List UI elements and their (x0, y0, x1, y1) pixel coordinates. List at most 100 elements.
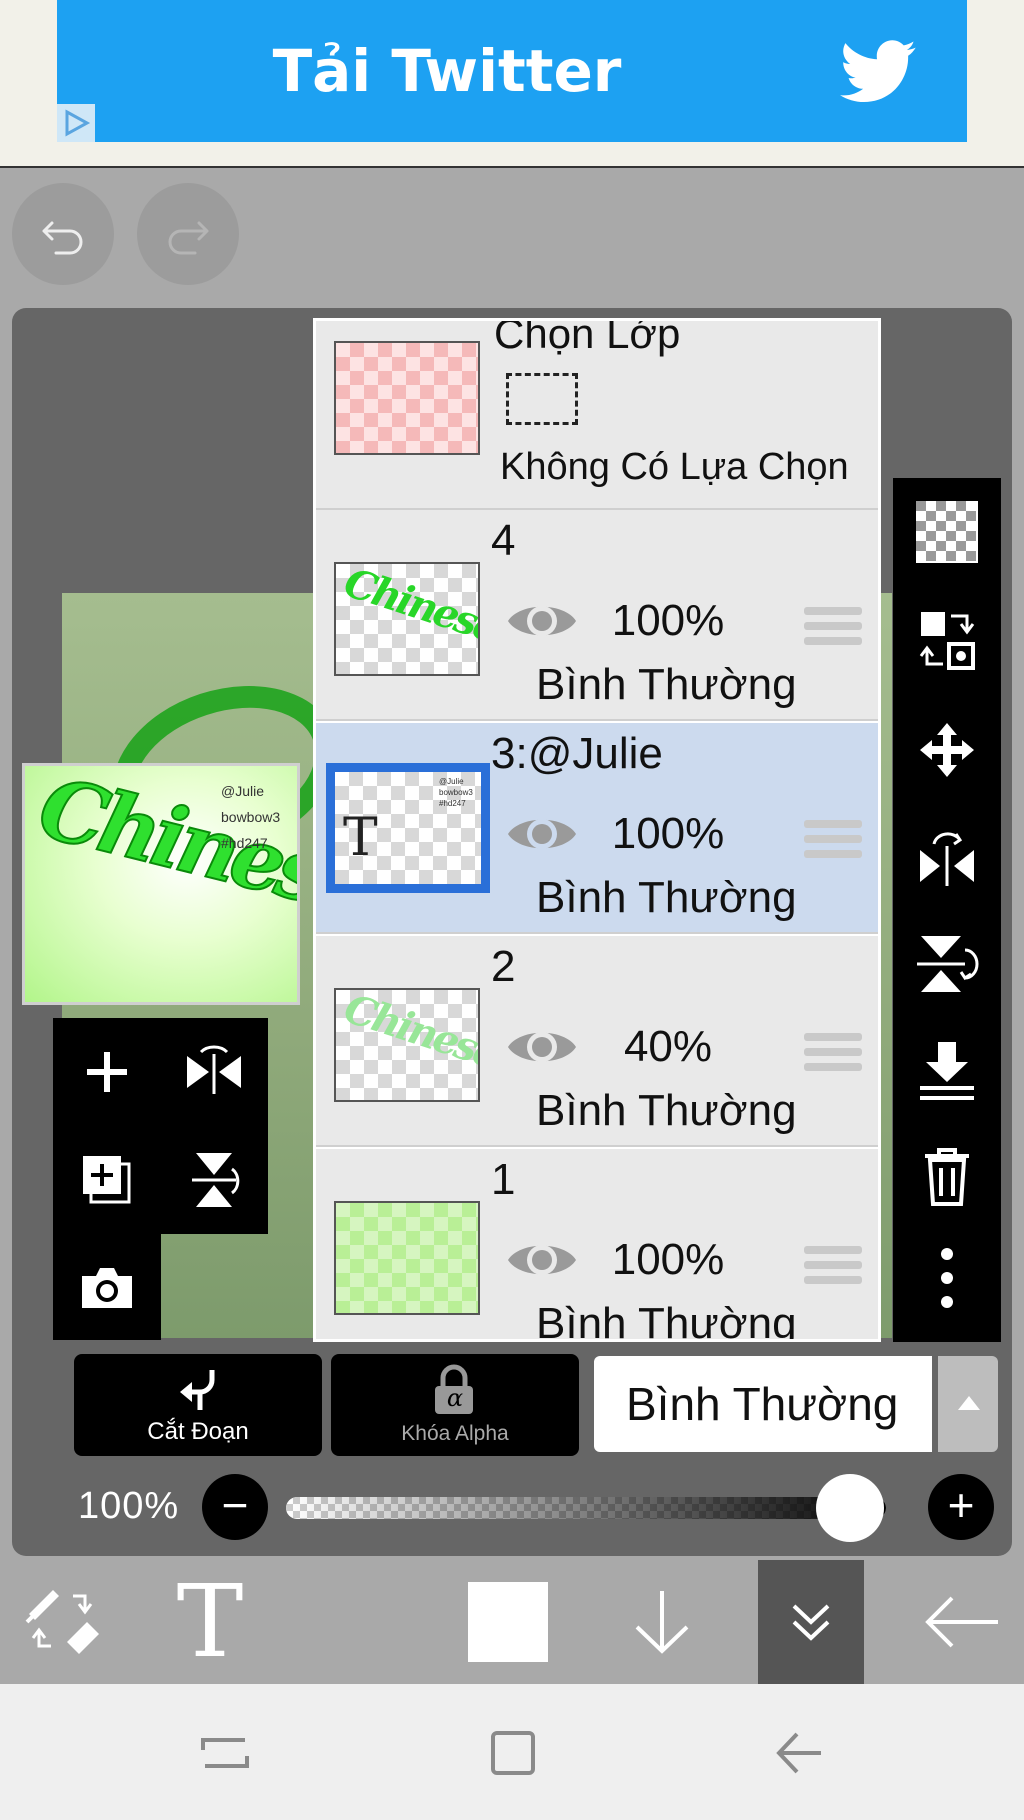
merge-down-button[interactable] (893, 1020, 1001, 1120)
back-button[interactable] (912, 1560, 1012, 1684)
ad-title: Tải Twitter (272, 37, 622, 105)
layer-name: 3:@Julie (491, 729, 663, 778)
duplicate-layer-button[interactable] (53, 1126, 161, 1234)
layer-thumbnail: T @Julie bowbow3 #hd247 (326, 763, 490, 893)
more-vertical-icon (941, 1248, 953, 1308)
layer-opacity-value: 100% (78, 1485, 180, 1527)
bottom-toolbar: T (0, 1560, 1024, 1684)
layer-name: 1 (491, 1155, 516, 1204)
clip-arrow-icon (180, 1370, 215, 1410)
move-button[interactable] (893, 700, 1001, 800)
home-button[interactable] (478, 1718, 548, 1788)
redo-arrow-icon (168, 221, 209, 255)
text-layer-icon: T (343, 808, 378, 868)
layer-row[interactable]: Chinese 4 100% Bình Thường (316, 510, 878, 721)
layer-thumbnail: Chinese (334, 988, 480, 1102)
delete-layer-button[interactable] (893, 1126, 1001, 1226)
system-back-button[interactable] (764, 1718, 834, 1788)
opacity-slider-knob[interactable] (816, 1474, 884, 1542)
clipping-label: Cắt Đoạn (147, 1418, 249, 1445)
alpha-lock-button[interactable]: α Khóa Alpha (331, 1354, 579, 1456)
preview-tag: #hd247 (221, 835, 268, 851)
ad-choices-icon[interactable] (57, 104, 95, 142)
more-options-button[interactable] (893, 1228, 1001, 1328)
undo-button[interactable] (12, 183, 114, 285)
text-tool-icon: T (176, 1563, 244, 1680)
redo-button[interactable] (137, 183, 239, 285)
layer-row[interactable]: 1 100% Bình Thường (316, 1149, 878, 1339)
eye-icon[interactable] (504, 596, 580, 646)
canvas-preview[interactable]: Chinese @Julie bowbow3 #hd247 (22, 763, 300, 1005)
home-square-icon (491, 1731, 535, 1775)
flip-horizontal-button[interactable] (160, 1018, 268, 1126)
twitter-ad-banner[interactable]: Tải Twitter (57, 0, 967, 142)
flip-vertical-icon (917, 936, 979, 992)
arrow-down-icon (635, 1591, 689, 1654)
preview-tag: bowbow3 (221, 809, 281, 825)
selection-layer-title: Chọn Lớp (494, 318, 681, 357)
apply-down-button[interactable] (612, 1560, 712, 1684)
merge-down-icon (920, 1042, 974, 1100)
recent-apps-button[interactable] (190, 1718, 260, 1788)
layer-row[interactable]: Chinese 2 40% Bình Thường (316, 936, 878, 1147)
preview-tags: @Julie bowbow3 #hd247 (221, 778, 280, 856)
alpha-lock-label: Khóa Alpha (401, 1422, 509, 1445)
opacity-increase-button[interactable]: + (928, 1474, 994, 1540)
alpha-symbol: α (446, 1384, 464, 1412)
flip-vertical-button[interactable] (160, 1126, 268, 1234)
blend-mode-expand-button[interactable] (938, 1356, 998, 1452)
opacity-decrease-button[interactable]: − (202, 1474, 268, 1540)
layer-opacity: 100% (611, 1235, 725, 1284)
arrow-left-icon (925, 1596, 998, 1648)
selection-layer-row[interactable]: Chọn Lớp Không Có Lựa Chọn (316, 318, 878, 510)
layer-blend-mode: Bình Thường (536, 873, 797, 922)
flip-vertical-icon (192, 1153, 240, 1207)
blend-mode-select[interactable]: Bình Thường (594, 1356, 932, 1452)
opacity-slider-track[interactable] (286, 1497, 886, 1519)
eye-icon[interactable] (504, 1235, 580, 1285)
flip-horizontal-icon (187, 1045, 241, 1094)
brush-eraser-toggle-button[interactable] (18, 1560, 108, 1684)
add-layer-button[interactable] (53, 1018, 161, 1126)
layer-name: 2 (491, 942, 516, 991)
collapse-panel-button[interactable] (758, 1560, 864, 1684)
swap-icon (919, 612, 975, 670)
layer-row-selected[interactable]: T @Julie bowbow3 #hd247 3:@Julie 100% Bì… (316, 723, 878, 934)
undo-arrow-icon (42, 221, 83, 255)
layer-opacity: 40% (623, 1022, 713, 1071)
selection-layer-thumbnail (334, 341, 480, 455)
eye-icon[interactable] (504, 1022, 580, 1072)
recent-apps-icon (201, 1738, 249, 1768)
layer-name: 4 (491, 516, 516, 565)
selection-status: Không Có Lựa Chọn (500, 446, 849, 488)
layer-blend-mode: Bình Thường (536, 660, 797, 709)
layer-opacity: 100% (611, 809, 725, 858)
eye-icon[interactable] (504, 809, 580, 859)
drag-handle-icon[interactable] (804, 820, 862, 866)
camera-button[interactable] (53, 1234, 161, 1342)
move-arrows-icon (920, 723, 974, 777)
clipping-button[interactable]: Cắt Đoạn (74, 1354, 322, 1456)
layer-opacity: 100% (611, 596, 725, 645)
duplicate-layer-icon (83, 1156, 131, 1204)
brush-eraser-icon (25, 1590, 99, 1654)
system-navigation-bar (0, 1684, 1024, 1820)
layer-blend-mode: Bình Thường (536, 1086, 797, 1135)
trash-icon (925, 1148, 969, 1206)
text-tool-button[interactable]: T (160, 1560, 260, 1684)
plus-icon (87, 1052, 127, 1092)
flip-vertical-layer-button[interactable] (893, 914, 1001, 1014)
drag-handle-icon[interactable] (804, 1246, 862, 1292)
layer-tools-panel (53, 1018, 268, 1340)
layer-thumbnail: Chinese (334, 562, 480, 676)
back-arrow-icon (776, 1732, 821, 1774)
color-picker-button[interactable] (458, 1560, 558, 1684)
transparency-button[interactable] (893, 482, 1001, 582)
drag-handle-icon[interactable] (804, 607, 862, 653)
flip-horizontal-layer-button[interactable] (893, 808, 1001, 908)
layer-list: Chọn Lớp Không Có Lựa Chọn Chinese 4 100… (313, 318, 881, 1342)
drag-handle-icon[interactable] (804, 1033, 862, 1079)
selection-marquee-icon (506, 373, 578, 425)
swap-layer-button[interactable] (893, 590, 1001, 690)
checkerboard-icon (916, 501, 978, 563)
